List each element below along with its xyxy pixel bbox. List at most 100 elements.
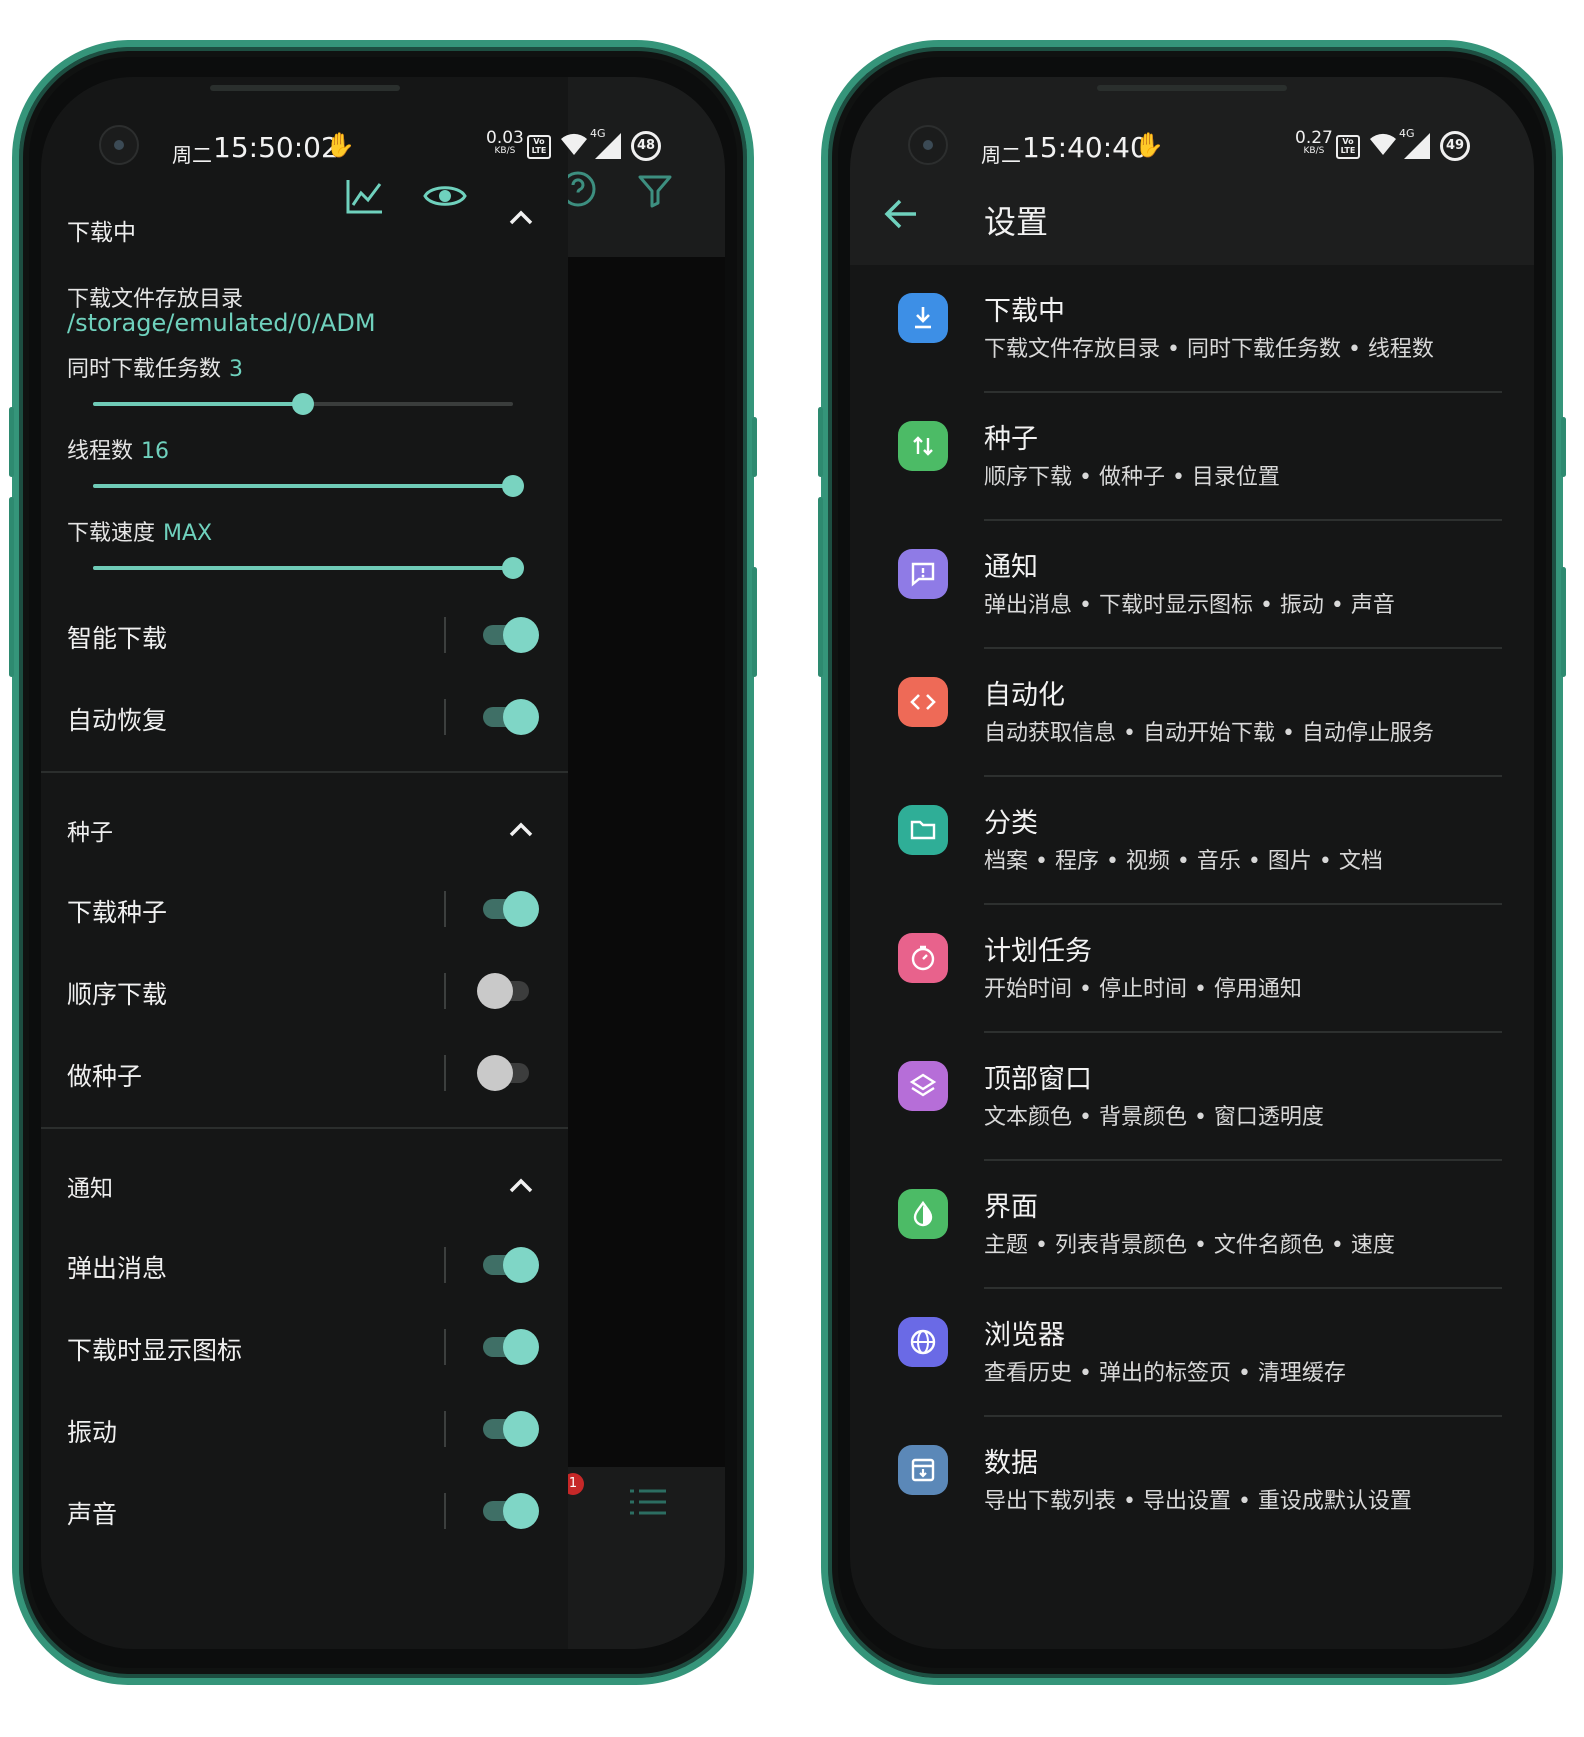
section-notify-title: 通知	[67, 1176, 113, 1202]
status-time: 15:40:40	[1022, 131, 1148, 164]
volume-button	[9, 497, 14, 677]
settings-item[interactable]: 界面主题 • 列表背景颜色 • 文件名颜色 • 速度	[850, 1161, 1534, 1289]
settings-item-subtitle: 导出下载列表 • 导出设置 • 重设成默认设置	[984, 1489, 1412, 1514]
settings-item-title: 种子	[984, 424, 1038, 455]
vibrate-switch[interactable]	[479, 1409, 539, 1449]
settings-item-subtitle: 查看历史 • 弹出的标签页 • 清理缓存	[984, 1361, 1346, 1386]
auto-resume-switch[interactable]	[479, 697, 539, 737]
settings-item[interactable]: 浏览器查看历史 • 弹出的标签页 • 清理缓存	[850, 1289, 1534, 1417]
settings-item-subtitle: 文本颜色 • 背景颜色 • 窗口透明度	[984, 1105, 1324, 1130]
settings-item-subtitle: 档案 • 程序 • 视频 • 音乐 • 图片 • 文档	[984, 849, 1383, 874]
screen-left: 1 周二 15:50:02 ✋ 0.03 KB/S Vo LTE 4G 48 下载…	[41, 77, 725, 1649]
settings-item[interactable]: 数据导出下载列表 • 导出设置 • 重设成默认设置	[850, 1417, 1534, 1545]
layers-icon	[898, 1061, 948, 1111]
section-torrent-title: 种子	[67, 820, 113, 846]
swap-vertical-icon	[898, 421, 948, 471]
speed-label: 下载速度 MAX	[67, 521, 213, 546]
settings-item[interactable]: 自动化自动获取信息 • 自动开始下载 • 自动停止服务	[850, 649, 1534, 777]
volte-icon: Vo LTE	[1336, 135, 1360, 159]
download-torrent-switch[interactable]	[479, 889, 539, 929]
slider-thumb[interactable]	[502, 557, 524, 579]
smart-download-switch[interactable]	[479, 615, 539, 655]
folder-icon	[898, 805, 948, 855]
settings-item-title: 浏览器	[984, 1320, 1065, 1351]
speed-slider[interactable]	[93, 557, 524, 579]
sound-switch[interactable]	[479, 1491, 539, 1531]
show-icon-switch[interactable]	[479, 1327, 539, 1367]
download-icon	[898, 293, 948, 343]
speed-value: MAX	[163, 521, 213, 546]
timer-icon	[898, 933, 948, 983]
cell-signal-icon	[595, 133, 621, 159]
threads-value: 16	[141, 439, 170, 464]
app-bar: 周二 15:40:40 ✋ 0.27 KB/S Vo LTE 4G 49 设置	[850, 77, 1534, 265]
filter-icon[interactable]	[636, 171, 674, 209]
show-icon-label: 下载时显示图标	[67, 1336, 243, 1365]
status-day: 周二	[172, 143, 212, 167]
smart-download-label: 智能下载	[67, 624, 168, 653]
popup-message-switch[interactable]	[479, 1245, 539, 1285]
globe-icon	[898, 1317, 948, 1367]
hand-icon: ✋	[1134, 131, 1164, 159]
contrast-drop-icon	[898, 1189, 948, 1239]
settings-item-title: 计划任务	[984, 936, 1092, 967]
status-time: 15:50:02	[213, 131, 339, 164]
volume-button	[818, 407, 823, 477]
chevron-up-icon[interactable]	[501, 809, 541, 849]
alert-slider	[752, 417, 757, 477]
message-alert-icon	[898, 549, 948, 599]
divider	[41, 1127, 568, 1129]
list-icon[interactable]	[630, 1487, 666, 1517]
volume-button	[9, 407, 14, 477]
settings-item[interactable]: 分类档案 • 程序 • 视频 • 音乐 • 图片 • 文档	[850, 777, 1534, 905]
dir-value[interactable]: /storage/emulated/0/ADM	[67, 309, 376, 337]
chevron-up-icon[interactable]	[501, 1165, 541, 1205]
settings-item-title: 顶部窗口	[984, 1064, 1092, 1095]
wifi-icon	[1370, 133, 1396, 155]
download-torrent-label: 下载种子	[67, 898, 168, 927]
settings-item-title: 分类	[984, 808, 1038, 839]
settings-item[interactable]: 顶部窗口文本颜色 • 背景颜色 • 窗口透明度	[850, 1033, 1534, 1161]
phone-right: 周二 15:40:40 ✋ 0.27 KB/S Vo LTE 4G 49 设置 下…	[818, 40, 1566, 1685]
power-button	[1561, 567, 1566, 677]
main-list-backdrop[interactable]: 1	[560, 77, 725, 1649]
settings-item[interactable]: 计划任务开始时间 • 停止时间 • 停用通知	[850, 905, 1534, 1033]
vibrate-label: 振动	[67, 1418, 118, 1447]
sequential-download-switch[interactable]	[477, 971, 537, 1011]
chevron-up-icon[interactable]	[501, 197, 541, 237]
settings-item-title: 自动化	[984, 680, 1065, 711]
hand-icon: ✋	[325, 131, 355, 159]
seed-switch[interactable]	[477, 1053, 537, 1093]
alert-slider	[1561, 417, 1566, 477]
archive-icon	[898, 1445, 948, 1495]
auto-resume-label: 自动恢复	[67, 706, 168, 735]
settings-item[interactable]: 通知 弹出消息 • 下载时显示图标 • 振动 • 声音	[850, 521, 1534, 649]
screen-right: 周二 15:40:40 ✋ 0.27 KB/S Vo LTE 4G 49 设置 下…	[850, 77, 1534, 1649]
cell-signal-icon	[1404, 133, 1430, 159]
settings-item-title: 数据	[984, 1448, 1038, 1479]
sound-label: 声音	[67, 1500, 118, 1529]
settings-item[interactable]: 下载中下载文件存放目录 • 同时下载任务数 • 线程数	[850, 265, 1534, 393]
slider-thumb[interactable]	[292, 393, 314, 415]
chart-icon[interactable]	[345, 177, 385, 215]
threads-slider[interactable]	[93, 475, 524, 497]
settings-item-title: 界面	[984, 1192, 1038, 1223]
eye-icon[interactable]	[423, 181, 467, 211]
settings-item[interactable]: 种子 顺序下载 • 做种子 • 目录位置	[850, 393, 1534, 521]
tasks-label: 同时下载任务数 3	[67, 357, 244, 382]
tasks-slider[interactable]	[93, 393, 513, 415]
settings-drawer: 周二 15:50:02 ✋ 0.03KB/S Vo LTE 4G 48 下载中	[41, 77, 661, 1649]
settings-item-title: 下载中	[984, 296, 1065, 327]
settings-item-subtitle: 开始时间 • 停止时间 • 停用通知	[984, 977, 1302, 1002]
wifi-icon	[561, 133, 587, 155]
seed-label: 做种子	[67, 1062, 143, 1091]
settings-item-subtitle: 自动获取信息 • 自动开始下载 • 自动停止服务	[984, 721, 1434, 746]
back-arrow-icon[interactable]	[882, 197, 920, 231]
battery-indicator: 49	[1440, 131, 1470, 161]
settings-item-subtitle: 下载文件存放目录 • 同时下载任务数 • 线程数	[984, 337, 1434, 362]
slider-thumb[interactable]	[502, 475, 524, 497]
divider	[41, 771, 568, 773]
settings-item-subtitle: 主题 • 列表背景颜色 • 文件名颜色 • 速度	[984, 1233, 1395, 1258]
power-button	[752, 567, 757, 677]
page-title: 设置	[984, 203, 1049, 241]
